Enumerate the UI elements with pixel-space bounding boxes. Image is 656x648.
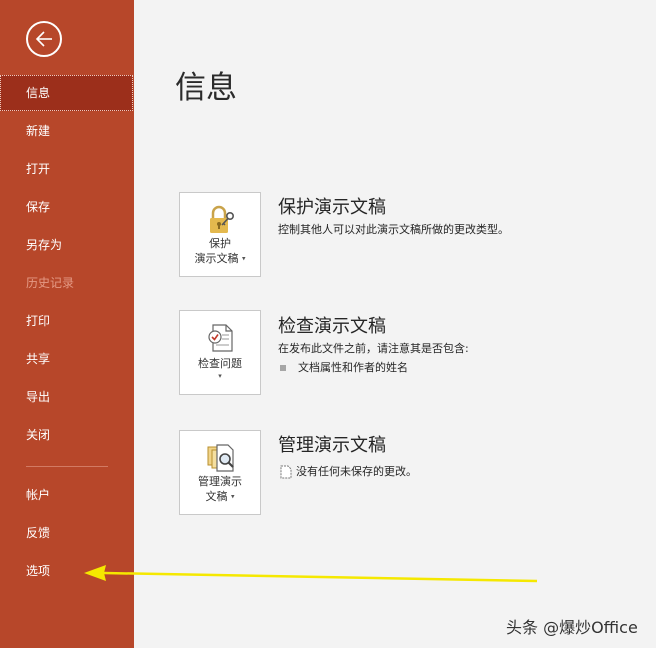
powerpoint-backstage: 信息 新建 打开 保存 另存为 历史记录 打印 共享 导出 关闭 帐户 反馈 选… — [0, 0, 656, 648]
annotation-arrow — [84, 565, 538, 583]
watermark: 头条 @爆炒Office — [506, 618, 638, 637]
